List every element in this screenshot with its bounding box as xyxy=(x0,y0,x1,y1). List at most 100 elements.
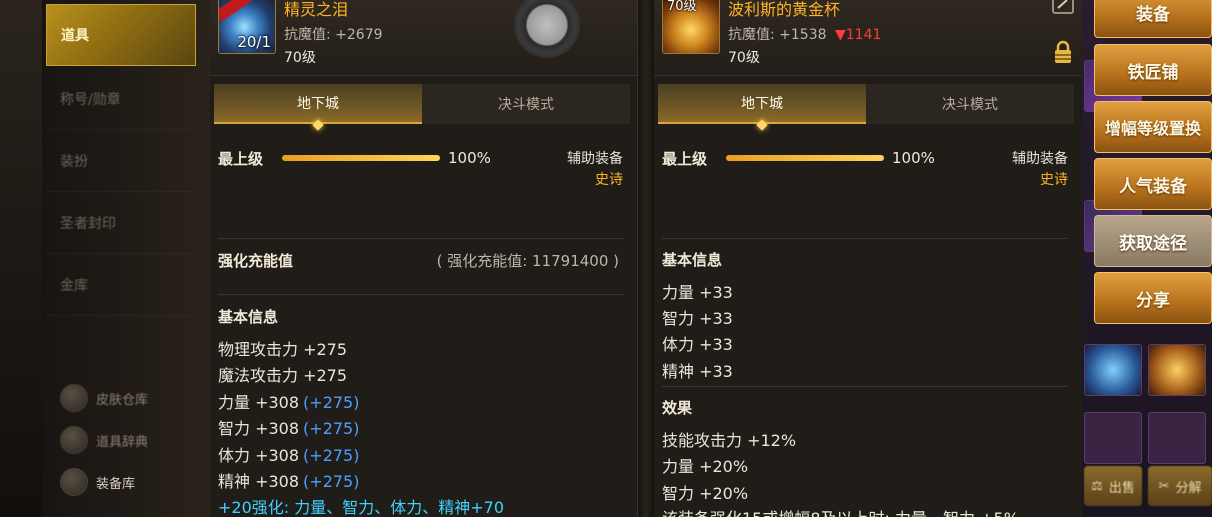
inventory-thumb[interactable] xyxy=(1084,344,1142,396)
skin-storage-button[interactable]: 皮肤仓库 xyxy=(60,384,148,412)
item-level: 70级 xyxy=(728,50,760,66)
tab-pvp[interactable]: 决斗模式 xyxy=(866,84,1074,124)
sell-label: 出售 xyxy=(1108,480,1135,496)
equipment-library-button[interactable]: 装备库 xyxy=(60,468,135,496)
sidebar-item-label: 装扮 xyxy=(60,153,88,170)
blacksmith-button[interactable]: 铁匠铺 xyxy=(1094,44,1212,96)
enhance-bonus-line: +20强化: 力量、智力、体力、精神+70 xyxy=(218,498,505,517)
disassemble-label: 分解 xyxy=(1175,480,1202,496)
acquisition-button[interactable]: 获取途径 xyxy=(1094,215,1212,267)
item-icon-elf-tear[interactable]: 20/1 xyxy=(218,0,276,54)
rarity-label: 史诗 xyxy=(595,172,623,188)
stat-line: 智力 +308 (+275) xyxy=(218,415,359,439)
level-tag: 70级 xyxy=(667,0,697,14)
left-sidebar: 道具 称号/勋章 装扮 圣者封印 金库 皮肤仓库 道具辞典 装备库 xyxy=(0,0,210,517)
divider xyxy=(218,294,623,295)
stat-bonus: (+275) xyxy=(303,393,360,412)
charge-value: ( 强化充能值: 11791400 ) xyxy=(436,252,619,270)
item-detail-panel-right: 70级 波利斯的黄金杯 抗魔值: +1538 ▼1141 70级 地下城 决斗模… xyxy=(654,0,1082,517)
mode-tabs: 地下城 决斗模式 xyxy=(658,84,1074,124)
tab-dungeon[interactable]: 地下城 xyxy=(214,84,422,124)
divider xyxy=(662,386,1068,387)
item-level: 70级 xyxy=(284,50,316,66)
effect-line: 技能攻击力 +12% xyxy=(662,431,797,450)
stat-line: 魔法攻击力 +275 xyxy=(218,362,347,386)
stat-value: +1538 xyxy=(779,27,827,43)
sell-button[interactable]: ⚖ 出售 xyxy=(1084,466,1142,506)
stat-bonus: (+275) xyxy=(303,446,360,465)
stat-bonus: (+275) xyxy=(303,472,360,491)
equipment-icon xyxy=(60,468,88,496)
stat-line: 体力 +33 xyxy=(662,335,733,354)
mode-tabs: 地下城 决斗模式 xyxy=(214,84,630,124)
stat-line: 物理攻击力 +275 xyxy=(218,336,347,360)
stat-line: 力量 +33 xyxy=(662,283,733,302)
aux-label: 辅助装备 xyxy=(567,151,623,167)
sidebar-item-items[interactable]: 道具 xyxy=(46,4,196,66)
grade-bar-fill xyxy=(726,155,884,161)
grade-label: 最上级 xyxy=(218,150,264,168)
tab-pvp[interactable]: 决斗模式 xyxy=(422,84,630,124)
disassemble-button[interactable]: ✂ 分解 xyxy=(1148,466,1212,506)
stat-text: 物理攻击力 +275 xyxy=(218,340,348,359)
stat-line: 智力 +33 xyxy=(662,309,733,328)
charge-label: 强化充能值 xyxy=(218,252,294,270)
disassemble-icon: ✂ xyxy=(1158,478,1170,494)
stat-diff: ▼1141 xyxy=(834,27,882,43)
stat-text: 智力 +308 xyxy=(218,419,300,438)
sidebar-item-avatar[interactable]: 装扮 xyxy=(46,130,196,192)
action-menu: 装备 铁匠铺 增幅等级置换 人气装备 获取途径 分享 ⚖ 出售 ✂ 分解 xyxy=(1082,0,1212,517)
sidebar-item-label: 圣者封印 xyxy=(60,215,116,232)
amplify-transfer-button[interactable]: 增幅等级置换 xyxy=(1094,101,1212,153)
item-detail-panel-left: 20/1 精灵之泪 抗魔值: +2679 70级 地下城 决斗模式 最上级 10… xyxy=(210,0,638,517)
item-count: 20/1 xyxy=(237,33,271,51)
grade-label: 最上级 xyxy=(662,150,708,168)
lock-icon[interactable] xyxy=(1052,40,1074,64)
inventory-thumb[interactable] xyxy=(1148,344,1206,396)
inventory-thumb[interactable] xyxy=(1084,412,1142,464)
share-button[interactable]: 分享 xyxy=(1094,272,1212,324)
stat-label: 抗魔值: xyxy=(728,27,775,43)
stat-text: 魔法攻击力 +275 xyxy=(218,366,348,385)
equip-button[interactable]: 装备 xyxy=(1094,0,1212,38)
sidebar-item-seal[interactable]: 圣者封印 xyxy=(46,192,196,254)
divider xyxy=(662,238,1068,239)
sidebar-item-titles[interactable]: 称号/勋章 xyxy=(46,68,196,130)
stat-line: 体力 +308 (+275) xyxy=(218,442,359,466)
tab-dungeon[interactable]: 地下城 xyxy=(658,84,866,124)
rarity-label: 史诗 xyxy=(1040,172,1068,188)
edit-icon[interactable] xyxy=(1052,0,1074,14)
dictionary-icon xyxy=(60,426,88,454)
grade-percent: 100% xyxy=(892,149,935,167)
panel-separator xyxy=(638,0,654,517)
effect-title: 效果 xyxy=(662,399,693,417)
sidebar-item-label: 金库 xyxy=(60,277,88,294)
base-info-title: 基本信息 xyxy=(218,308,279,326)
tool-label: 道具辞典 xyxy=(96,434,149,450)
effect-line: 该装备强化15或增幅8及以上时: 力量、智力 +5% xyxy=(662,505,1019,517)
stat-text: 力量 +308 xyxy=(218,393,300,412)
aux-label: 辅助装备 xyxy=(1012,151,1068,167)
stat-bonus: (+275) xyxy=(303,419,360,438)
grade-bar xyxy=(282,155,440,161)
stat-label: 抗魔值: xyxy=(284,27,331,43)
item-stat: 抗魔值: +2679 xyxy=(284,24,383,44)
stat-line: 精神 +33 xyxy=(662,362,733,381)
popular-equipment-button[interactable]: 人气装备 xyxy=(1094,158,1212,210)
sidebar-item-vault[interactable]: 金库 xyxy=(46,254,196,316)
item-stat: 抗魔值: +1538 ▼1141 xyxy=(728,24,881,44)
sidebar-item-label: 道具 xyxy=(61,28,89,44)
stat-line: 精神 +308 (+275) xyxy=(218,468,359,492)
item-name: 精灵之泪 xyxy=(284,0,349,19)
stat-text: 精神 +308 xyxy=(218,472,300,491)
ribbon-icon xyxy=(219,0,255,22)
effect-line: 力量 +20% xyxy=(662,457,749,476)
inventory-thumb[interactable] xyxy=(1148,412,1206,464)
divider xyxy=(218,238,623,239)
tool-label: 装备库 xyxy=(96,476,136,492)
grade-bar xyxy=(726,155,884,161)
item-header: 70级 波利斯的黄金杯 抗魔值: +1538 ▼1141 70级 xyxy=(654,0,1082,76)
stat-value: +2679 xyxy=(335,27,383,43)
item-icon-golden-cup[interactable]: 70级 xyxy=(662,0,720,54)
item-dictionary-button[interactable]: 道具辞典 xyxy=(60,426,148,454)
